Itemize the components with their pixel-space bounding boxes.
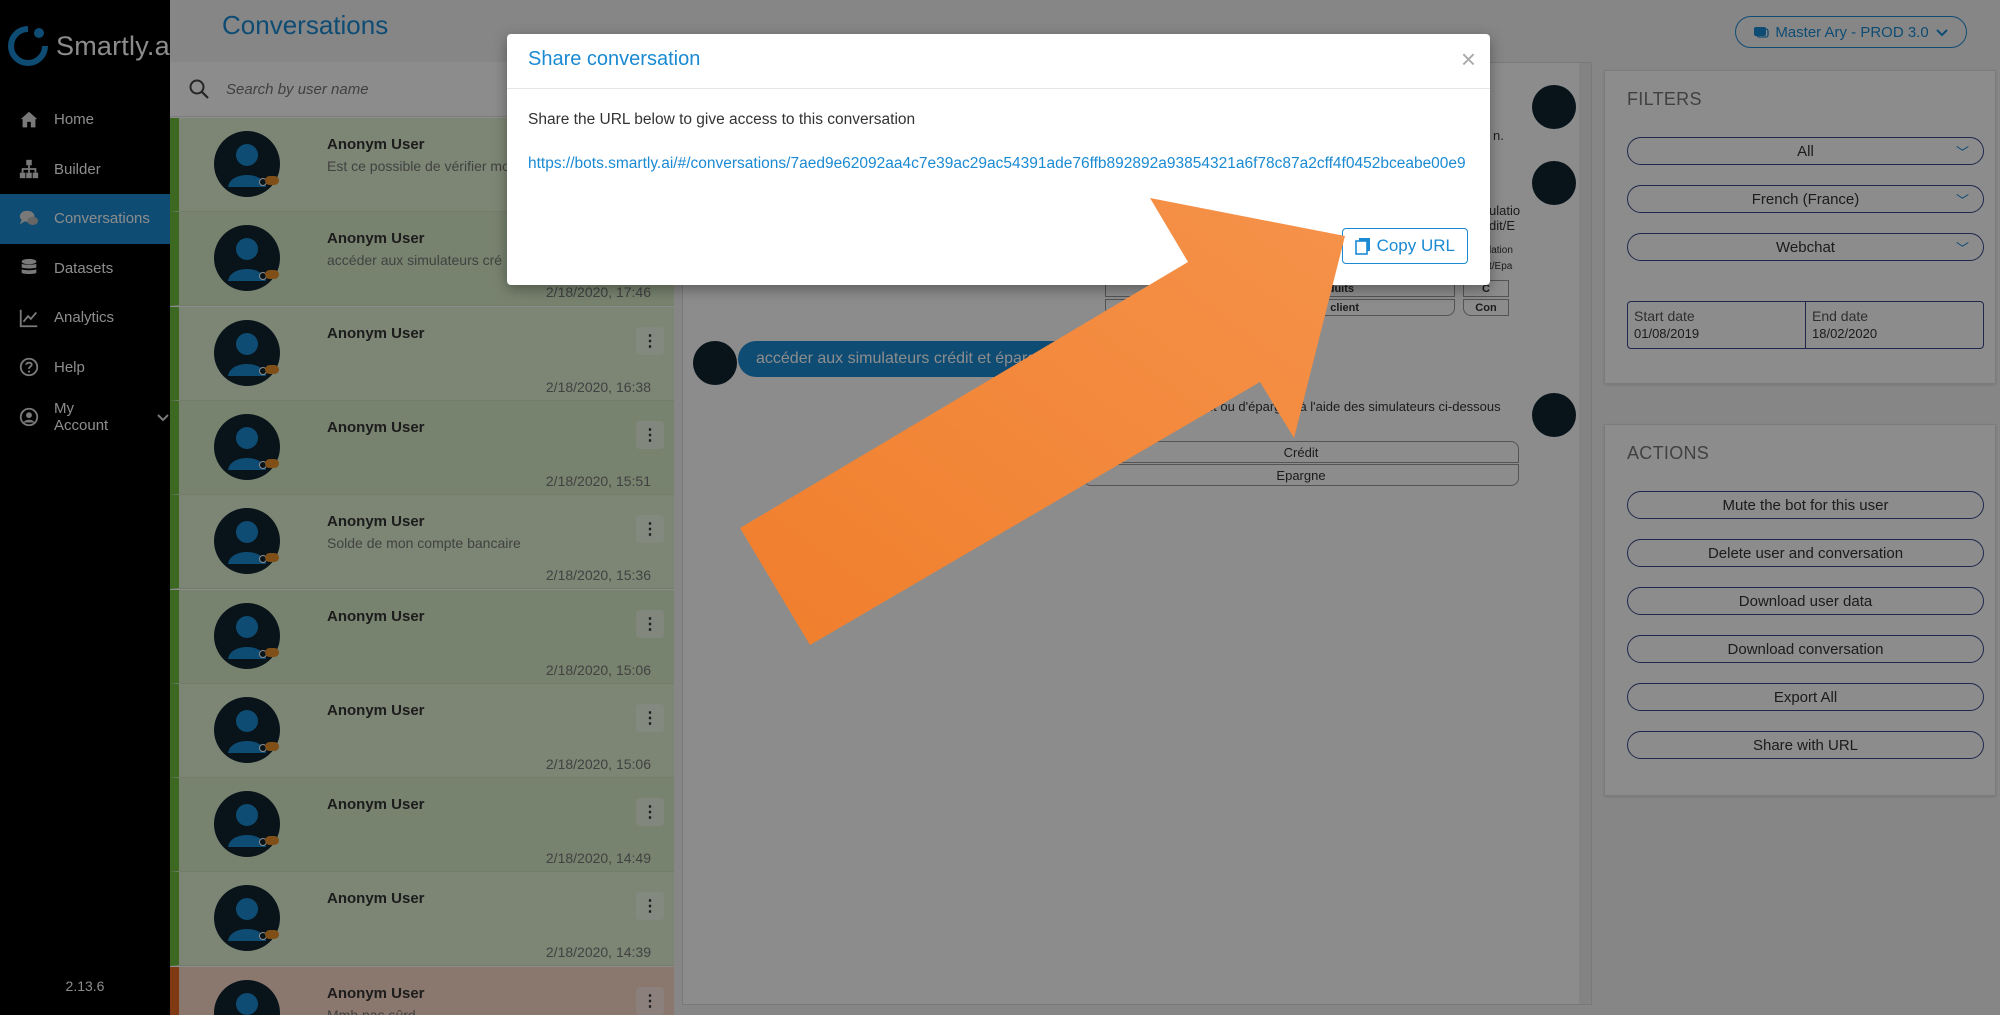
copy-icon: [1354, 238, 1370, 255]
modal-header: Share conversation ×: [507, 34, 1490, 89]
share-conversation-modal: Share conversation × Share the URL below…: [507, 34, 1490, 285]
modal-title: Share conversation: [528, 48, 701, 70]
copy-url-button[interactable]: Copy URL: [1341, 228, 1468, 264]
copy-url-label: Copy URL: [1376, 236, 1455, 255]
close-icon[interactable]: ×: [1461, 46, 1476, 72]
modal-description: Share the URL below to give access to th…: [528, 111, 916, 128]
share-url-link[interactable]: https://bots.smartly.ai/#/conversations/…: [528, 155, 1473, 173]
